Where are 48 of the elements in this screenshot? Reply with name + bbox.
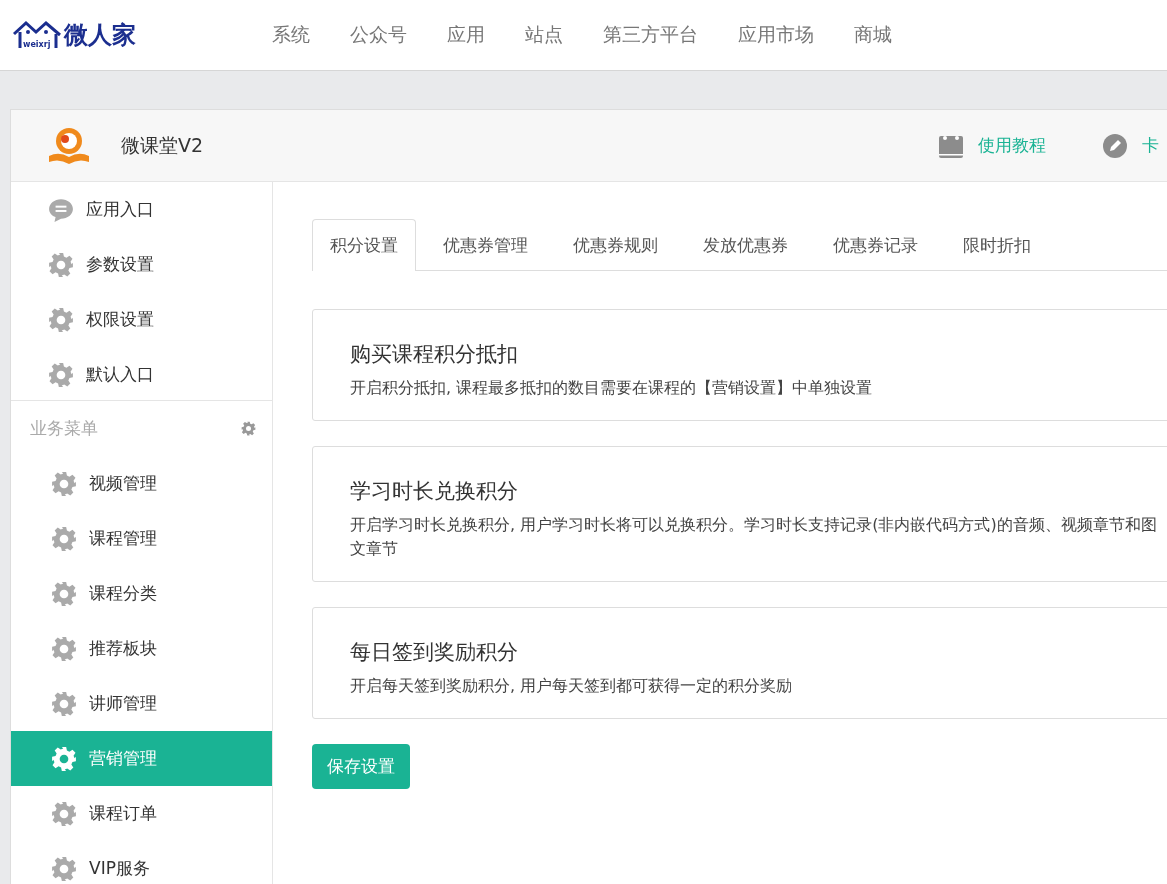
app-name: 微课堂V2: [121, 132, 204, 158]
chat-icon: [48, 196, 74, 223]
nav-link[interactable]: 站点: [505, 22, 583, 48]
sidebar-item[interactable]: 课程订单: [11, 786, 272, 841]
sidebar-item[interactable]: 课程管理: [11, 511, 272, 566]
logo-text: 微人家: [64, 19, 136, 51]
nav-link[interactable]: 应用: [427, 22, 505, 48]
sidebar-item[interactable]: VIP服务: [11, 841, 272, 884]
card-title: 学习时长兑换积分: [350, 478, 519, 505]
gear-icon: [51, 690, 77, 717]
gear-icon: [48, 361, 74, 388]
gear-icon: [51, 525, 77, 552]
pencil-icon: [1102, 132, 1128, 159]
card-description: 开启每天签到奖励积分, 用户每天签到都可获得一定的积分奖励: [350, 675, 794, 697]
gear-icon: [48, 251, 74, 278]
nav-link[interactable]: 系统: [252, 22, 330, 48]
tab[interactable]: 优惠券管理: [425, 219, 546, 271]
gear-icon: [51, 470, 77, 497]
card-description: 开启积分抵扣, 课程最多抵扣的数目需要在课程的【营销设置】中单独设置: [350, 377, 874, 399]
gear-icon: [51, 800, 77, 827]
tab[interactable]: 积分设置: [312, 219, 416, 271]
gear-icon: [51, 635, 77, 662]
logo[interactable]: weixrj 微人家: [12, 19, 252, 51]
card-description: 开启学习时长兑换积分, 用户学习时长将可以兑换积分。学习时长支持记录(非内嵌代码方式)的音频、视频章节和图文章节: [350, 514, 1158, 560]
nav-link[interactable]: 公众号: [330, 22, 427, 48]
sidebar-item[interactable]: 默认入口: [11, 347, 272, 402]
gear-icon: [48, 306, 74, 333]
nav-link[interactable]: 商城: [834, 22, 912, 48]
gear-icon: [51, 745, 77, 772]
section-title: 业务菜单: [30, 417, 98, 440]
tab[interactable]: 优惠券记录: [815, 219, 936, 271]
sidebar-item[interactable]: 参数设置: [11, 237, 272, 292]
sidebar-item[interactable]: 视频管理: [11, 456, 272, 511]
sidebar-item[interactable]: 应用入口: [11, 182, 272, 237]
app-logo-icon: [47, 125, 91, 166]
nav-link[interactable]: 第三方平台: [583, 22, 718, 48]
tab[interactable]: 限时折扣: [945, 219, 1049, 271]
card-title: 购买课程积分抵扣: [350, 341, 519, 368]
sidebar-item[interactable]: 推荐板块: [11, 621, 272, 676]
sidebar-item[interactable]: 课程分类: [11, 566, 272, 621]
gear-icon: [51, 580, 77, 607]
sidebar-item[interactable]: 权限设置: [11, 292, 272, 347]
tab[interactable]: 优惠券规则: [555, 219, 676, 271]
card-title: 每日签到奖励积分: [350, 639, 519, 666]
sidebar-item[interactable]: 讲师管理: [11, 676, 272, 731]
nav-link[interactable]: 应用市场: [718, 22, 834, 48]
tab[interactable]: 发放优惠券: [685, 219, 806, 271]
gear-icon[interactable]: [241, 421, 256, 436]
